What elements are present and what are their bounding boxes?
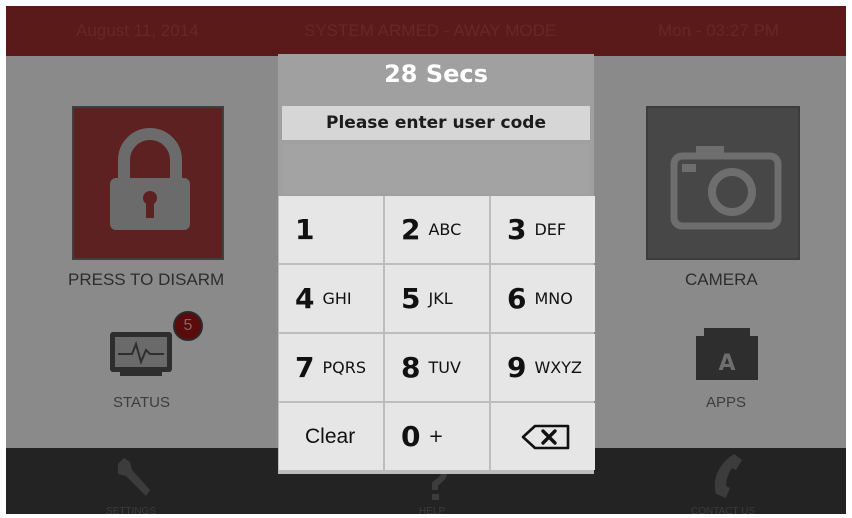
- key-2[interactable]: 2 ABC: [385, 196, 489, 263]
- key-digit: 1: [295, 213, 315, 246]
- key-digit: 3: [507, 213, 527, 246]
- key-digit: 5: [401, 282, 421, 315]
- key-symbol: +: [428, 426, 444, 447]
- key-9[interactable]: 9 WXYZ: [491, 334, 595, 401]
- clear-label: Clear: [305, 424, 356, 448]
- key-letters: JKL: [428, 289, 453, 308]
- alarm-panel-screen: August 11, 2014 SYSTEM ARMED - AWAY MODE…: [6, 6, 846, 514]
- key-digit: 4: [295, 282, 315, 315]
- date-display: August 11, 2014: [76, 21, 199, 40]
- key-8[interactable]: 8 TUV: [385, 334, 489, 401]
- settings-button[interactable]: [110, 452, 160, 502]
- key-letters: DEF: [534, 220, 567, 239]
- apps-label: APPS: [706, 394, 747, 411]
- key-letters: ABC: [428, 220, 462, 239]
- disarm-label: PRESS TO DISARM: [68, 270, 225, 289]
- code-entry-field: [282, 144, 590, 194]
- key-digit: 0: [401, 420, 421, 453]
- key-digit: 6: [507, 282, 527, 315]
- key-letters: WXYZ: [534, 358, 582, 377]
- key-4[interactable]: 4 GHI: [279, 265, 383, 332]
- backspace-button[interactable]: [491, 403, 595, 470]
- key-7[interactable]: 7 PQRS: [279, 334, 383, 401]
- key-digit: 7: [295, 351, 315, 384]
- key-letters: PQRS: [322, 358, 366, 377]
- contact-label: CONTACT US: [691, 506, 756, 514]
- key-1[interactable]: 1: [279, 196, 383, 263]
- camera-icon: [670, 146, 782, 230]
- key-letters: TUV: [428, 358, 461, 377]
- status-label: STATUS: [113, 394, 170, 411]
- code-prompt: Please enter user code: [282, 106, 590, 140]
- time-display: Mon - 03:27 PM: [658, 21, 779, 40]
- apps-folder-icon: A: [696, 328, 758, 380]
- key-letters: MNO: [534, 289, 573, 308]
- disarm-button[interactable]: [72, 106, 224, 260]
- top-status-bar: August 11, 2014 SYSTEM ARMED - AWAY MODE…: [6, 6, 846, 56]
- phone-icon: [714, 454, 742, 498]
- key-3[interactable]: 3 DEF: [491, 196, 595, 263]
- camera-button[interactable]: [646, 106, 800, 260]
- system-status-text: SYSTEM ARMED - AWAY MODE: [304, 21, 557, 40]
- monitor-pulse-icon: [110, 332, 172, 376]
- key-letters: GHI: [322, 289, 352, 308]
- key-0[interactable]: 0 +: [385, 403, 489, 470]
- key-digit: 2: [401, 213, 421, 246]
- contact-button[interactable]: [704, 450, 754, 502]
- apps-button[interactable]: A: [694, 324, 760, 384]
- key-digit: 8: [401, 351, 421, 384]
- camera-label: CAMERA: [685, 270, 758, 289]
- apps-icon-letter: A: [718, 351, 735, 376]
- wrench-icon: [118, 458, 150, 496]
- settings-label: SETTINGS: [106, 506, 157, 514]
- key-5[interactable]: 5 JKL: [385, 265, 489, 332]
- lock-icon: [110, 128, 190, 230]
- key-6[interactable]: 6 MNO: [491, 265, 595, 332]
- key-digit: 9: [507, 351, 527, 384]
- user-code-dialog: 28 Secs Please enter user code 1 2 ABC 3D…: [278, 54, 595, 474]
- status-badge: 5: [173, 311, 203, 341]
- clear-button[interactable]: Clear: [279, 403, 383, 470]
- backspace-icon: [521, 424, 570, 449]
- countdown-timer: 28 Secs: [384, 60, 488, 88]
- status-button[interactable]: [106, 328, 176, 378]
- keypad-grid: 1 2 ABC 3 DEF 4 GHI 5 JKL 6 MNO 7 PQRS 8 TUV 9W…: [278, 196, 595, 474]
- help-label: HELP: [419, 506, 446, 514]
